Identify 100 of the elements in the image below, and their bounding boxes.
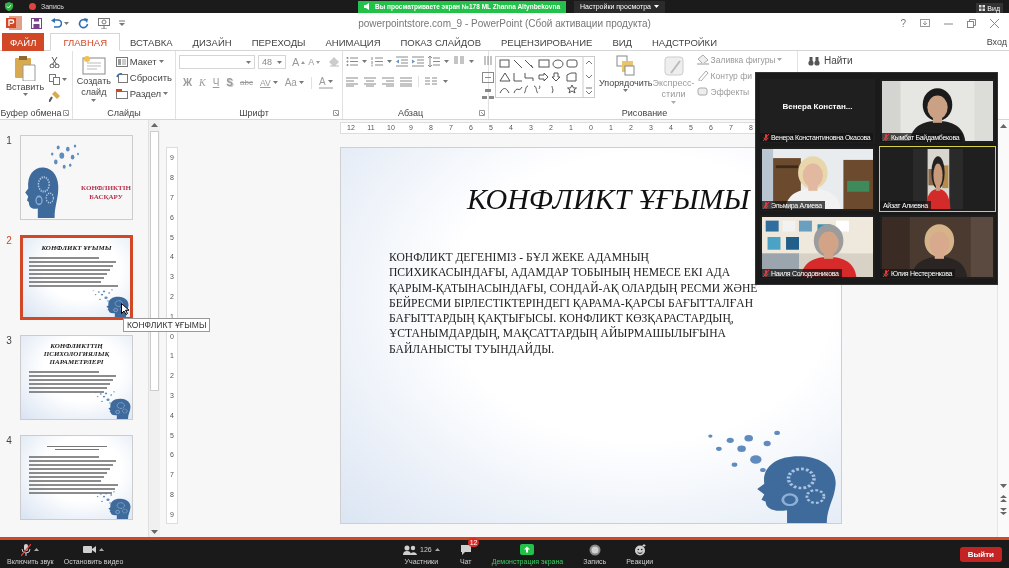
previous-slide-icon[interactable]: [1000, 495, 1007, 502]
slideshow-button[interactable]: [98, 17, 110, 29]
shield-icon: [5, 2, 13, 11]
slide-body-line: ҰСТАНЫМДАРДЫҢ, МАҚСАТТАРДЫҢ АЙЫРМАШЫЛЫҒЫНА: [389, 326, 726, 342]
group-label: Слайды: [107, 108, 141, 118]
ribbon-tab[interactable]: ВСТАВКА: [120, 33, 183, 51]
ribbon-tab[interactable]: ВИД: [602, 33, 642, 51]
caret-icon: [444, 60, 449, 63]
justify-icon[interactable]: [400, 76, 412, 87]
slide-number: 4: [5, 435, 13, 446]
grid-icon: [979, 5, 986, 11]
next-slide-icon[interactable]: [1000, 508, 1007, 515]
caret-icon: [62, 78, 67, 81]
section-icon: [115, 88, 128, 99]
up-caret-icon: [316, 60, 321, 64]
caret-icon: [277, 60, 282, 64]
leave-button[interactable]: Выйти: [959, 546, 1002, 562]
slide-thumbnail[interactable]: [20, 435, 133, 520]
paint-bucket-icon: [696, 54, 709, 65]
caret-icon: [22, 93, 28, 96]
caret-icon: [443, 80, 448, 83]
save-button[interactable]: [31, 17, 42, 29]
sign-in-link[interactable]: Вход: [986, 37, 1007, 47]
bullets-icon[interactable]: [346, 56, 358, 67]
projector-screen-icon: [98, 17, 110, 29]
ribbon-tab[interactable]: АНИМАЦИЯ: [315, 33, 391, 51]
caret-icon: [64, 21, 69, 25]
clipboard-icon: [14, 55, 36, 81]
dialog-launcher-icon[interactable]: [479, 110, 485, 116]
reset-button[interactable]: Сбросить: [115, 72, 172, 83]
help-button[interactable]: ?: [900, 17, 906, 29]
restore-icon: [967, 18, 976, 28]
window-title: powerpointstore.com_9 - PowerPoint (Сбой активации продукта): [357, 17, 652, 29]
video-camera-icon: [83, 545, 96, 554]
caret-icon: [163, 92, 169, 95]
font-name-field[interactable]: [179, 55, 255, 69]
up-arrow-icon[interactable]: [151, 123, 158, 127]
close-button[interactable]: [990, 18, 999, 28]
ribbon-tab[interactable]: ГЛАВНАЯ: [50, 33, 120, 51]
effects-icon: [696, 86, 709, 97]
file-tab[interactable]: ФАЙЛ: [2, 33, 45, 51]
new-slide-icon: [81, 55, 106, 75]
down-arrow-icon[interactable]: [1000, 484, 1007, 488]
columns-icon[interactable]: [453, 56, 465, 67]
smiley-icon: [633, 543, 646, 556]
ribbon-tab[interactable]: ПОКАЗ СЛАЙДОВ: [390, 33, 491, 51]
paste-button[interactable]: Вставить: [3, 55, 47, 96]
layout-button[interactable]: Макет: [115, 56, 172, 67]
mouse-cursor-icon: [121, 303, 129, 315]
numbering-icon[interactable]: [371, 56, 383, 67]
scissors-icon: [49, 57, 60, 68]
up-caret-icon[interactable]: [99, 548, 104, 551]
caret-icon: [298, 81, 304, 84]
caret-icon: [469, 60, 474, 63]
find-button[interactable]: Найти: [808, 55, 853, 66]
text-direction-icon[interactable]: [482, 55, 494, 66]
copy-button[interactable]: [49, 74, 67, 85]
caret-icon: [246, 60, 251, 64]
ribbon-tab[interactable]: НАДСТРОЙКИ: [642, 33, 727, 51]
slide-title: КОНФЛИКТ ҰҒЫМЫ: [467, 182, 750, 216]
line-spacing-icon[interactable]: [428, 56, 440, 67]
shapes-gallery[interactable]: [495, 56, 595, 98]
caret-icon: [671, 101, 677, 104]
column-layout-icon[interactable]: [425, 76, 437, 87]
customize-button[interactable]: [119, 20, 125, 26]
align-center-icon[interactable]: [364, 76, 376, 87]
save-icon: [31, 17, 42, 29]
up-caret-icon: [301, 60, 306, 64]
caret-icon: [362, 60, 367, 63]
new-slide-button[interactable]: Создать слайд: [76, 55, 112, 102]
chat-bubble-icon: [459, 544, 472, 555]
arrange-button[interactable]: Упорядочить: [599, 55, 653, 92]
tooltip: КОНФЛИКТ ҰҒЫМЫ: [123, 318, 211, 332]
up-arrow-icon[interactable]: [1000, 124, 1007, 128]
dialog-launcher-icon[interactable]: [63, 110, 69, 116]
decrease-indent-icon[interactable]: [396, 56, 408, 67]
ribbon-tab[interactable]: РЕЦЕНЗИРОВАНИЕ: [491, 33, 603, 51]
font-size-field[interactable]: 48: [258, 55, 286, 69]
slide-number: 1: [5, 135, 13, 146]
increase-indent-icon[interactable]: [412, 56, 424, 67]
redo-button[interactable]: [78, 17, 89, 29]
ribbon-display-icon: [920, 19, 930, 27]
restore-button[interactable]: [967, 18, 976, 28]
ribbon-tab[interactable]: ПЕРЕХОДЫ: [241, 33, 316, 51]
ribbon-tab[interactable]: ДИЗАЙН: [182, 33, 242, 51]
align-right-icon[interactable]: [382, 76, 394, 87]
caret-icon: [653, 5, 659, 8]
down-arrow-icon[interactable]: [151, 530, 158, 534]
up-caret-icon[interactable]: [34, 548, 40, 551]
ribbon-display-button[interactable]: [920, 19, 930, 27]
up-caret-icon[interactable]: [434, 548, 440, 551]
title-lines-drawing: [46, 445, 107, 451]
undo-button[interactable]: [51, 18, 69, 28]
smartart-icon[interactable]: [482, 89, 494, 100]
muted-mic-icon: [21, 543, 32, 556]
section-button[interactable]: Раздел: [115, 88, 172, 99]
dialog-launcher-icon[interactable]: [333, 110, 339, 116]
align-left-icon[interactable]: [346, 76, 358, 87]
align-text-icon[interactable]: [482, 72, 494, 83]
brush-icon: [49, 91, 60, 102]
